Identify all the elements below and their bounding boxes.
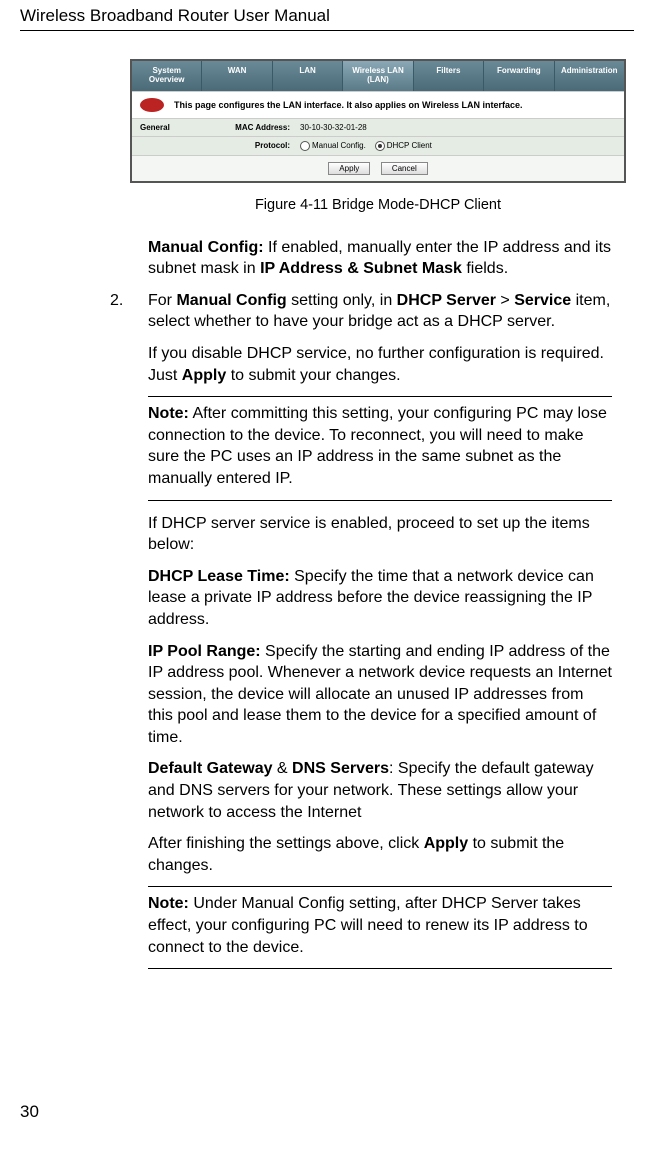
tab-forwarding[interactable]: Forwarding — [484, 61, 554, 91]
step-number: 2. — [110, 290, 123, 312]
dhcp-server-bold: DHCP Server — [397, 292, 496, 309]
radio-dhcp-label: DHCP Client — [387, 141, 432, 150]
lease-lead: DHCP Lease Time: — [148, 568, 290, 585]
dhcp-enabled-para: If DHCP server service is enabled, proce… — [148, 513, 612, 556]
doc-header: Wireless Broadband Router User Manual — [20, 0, 634, 30]
gateway-dns-para: Default Gateway & DNS Servers: Specify t… — [148, 758, 612, 823]
lease-time-para: DHCP Lease Time: Specify the time that a… — [148, 566, 612, 631]
note2-rule-bottom — [148, 968, 612, 969]
tab-wireless-lan[interactable]: Wireless LAN (LAN) — [343, 61, 413, 91]
note-2: Note: Under Manual Config setting, after… — [148, 893, 612, 958]
tab-filters[interactable]: Filters — [414, 61, 484, 91]
manual-config-para: Manual Config: If enabled, manually ente… — [148, 237, 612, 280]
logo-icon — [140, 98, 164, 112]
text: After finishing the settings above, clic… — [148, 835, 424, 852]
tab-lan[interactable]: LAN — [273, 61, 343, 91]
tab-system-overview[interactable]: System Overview — [132, 61, 202, 91]
amp: & — [272, 760, 292, 777]
text: For — [148, 292, 176, 309]
text: > — [496, 292, 514, 309]
radio-manual-config[interactable] — [300, 141, 310, 151]
dns-lead: DNS Servers — [292, 760, 389, 777]
apply-bold: Apply — [182, 367, 226, 384]
figure-caption: Figure 4-11 Bridge Mode-DHCP Client — [130, 197, 626, 213]
note-lead: Note: — [148, 405, 189, 422]
note-1: Note: After committing this setting, you… — [148, 403, 612, 489]
apply-button[interactable]: Apply — [328, 162, 370, 175]
mac-address-label: MAC Address: — [200, 123, 300, 132]
radio-dhcp-client[interactable] — [375, 141, 385, 151]
note-rule-bottom — [148, 500, 612, 501]
note-text: Under Manual Config setting, after DHCP … — [148, 895, 588, 955]
mac-address-value: 30-10-30-32-01-28 — [300, 123, 616, 132]
step-2: 2. For Manual Config setting only, in DH… — [148, 290, 612, 969]
pool-lead: IP Pool Range: — [148, 643, 261, 660]
manual-config-bold: Manual Config — [176, 292, 286, 309]
ip-pool-para: IP Pool Range: Specify the starting and … — [148, 641, 612, 749]
tab-administration[interactable]: Administration — [555, 61, 624, 91]
text: fields. — [462, 260, 508, 277]
protocol-label: Protocol: — [200, 141, 300, 151]
body-content: Manual Config: If enabled, manually ente… — [148, 237, 612, 970]
note-lead: Note: — [148, 895, 189, 912]
tab-wan[interactable]: WAN — [202, 61, 272, 91]
ui-description: This page configures the LAN interface. … — [174, 100, 523, 110]
service-bold: Service — [514, 292, 571, 309]
gateway-lead: Default Gateway — [148, 760, 272, 777]
note-text: After committing this setting, your conf… — [148, 405, 607, 487]
step-2b-para: If you disable DHCP service, no further … — [148, 343, 612, 386]
cancel-button[interactable]: Cancel — [381, 162, 428, 175]
ui-tabs: System Overview WAN LAN Wireless LAN (LA… — [132, 61, 624, 91]
ip-subnet-bold: IP Address & Subnet Mask — [260, 260, 462, 277]
text: setting only, in — [287, 292, 397, 309]
step-2-para: For Manual Config setting only, in DHCP … — [148, 290, 612, 333]
note2-rule-top — [148, 886, 612, 887]
text: to submit your changes. — [226, 367, 400, 384]
figure-screenshot: System Overview WAN LAN Wireless LAN (LA… — [130, 59, 626, 213]
page-number: 30 — [20, 1102, 39, 1122]
finish-para: After finishing the settings above, clic… — [148, 833, 612, 876]
apply-bold: Apply — [424, 835, 468, 852]
manual-config-lead: Manual Config: — [148, 239, 264, 256]
radio-manual-label: Manual Config. — [312, 141, 366, 150]
general-label: General — [140, 123, 200, 132]
header-rule — [20, 30, 634, 31]
note-rule-top — [148, 396, 612, 397]
